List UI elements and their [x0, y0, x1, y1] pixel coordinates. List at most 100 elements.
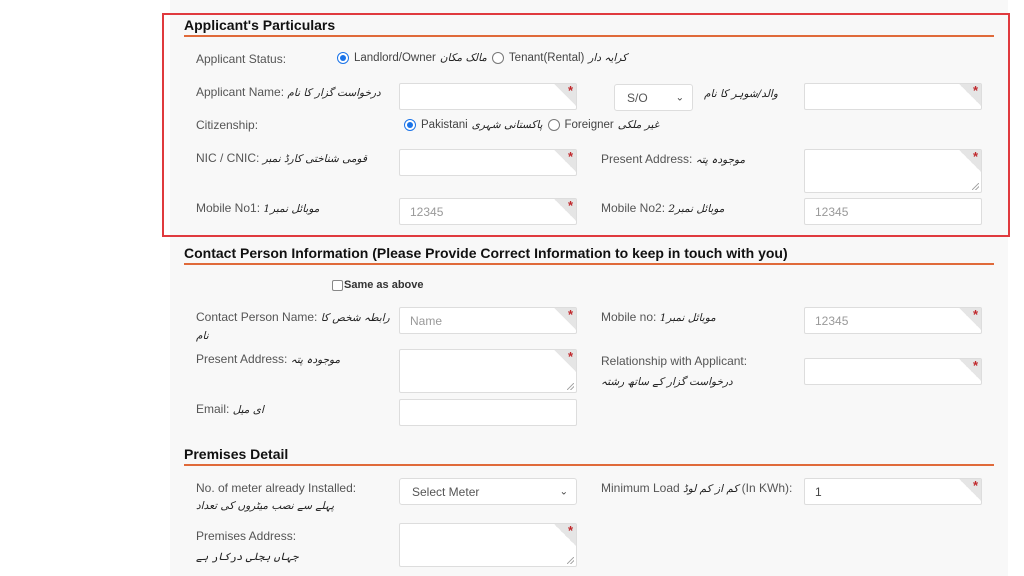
radio-selected-icon[interactable] — [337, 52, 349, 64]
required-marker: * — [554, 349, 576, 372]
same-as-above-checkbox-row[interactable]: Same as above — [332, 279, 424, 291]
meters-label: No. of meter already Installed: پہلے سے … — [196, 480, 356, 515]
contact-mobile-placeholder: 12345 — [815, 313, 849, 328]
required-star-icon: * — [567, 149, 573, 164]
required-marker: * — [959, 478, 981, 501]
relationship-urdu: درخواست گزار کے ساتھ رشتہ — [601, 376, 733, 388]
required-star-icon: * — [567, 198, 573, 213]
required-star-icon: * — [972, 149, 978, 164]
mobile1-input[interactable]: 12345 * — [399, 198, 577, 225]
relation-select[interactable]: S/O ⌄ — [614, 84, 693, 111]
radio-selected-icon[interactable] — [404, 119, 416, 131]
chevron-down-icon: ⌄ — [559, 486, 568, 497]
mobile1-urdu: موبائل نمبر1 — [263, 203, 320, 215]
radio-landlord-urdu: مالک مکان — [439, 52, 487, 64]
min-load-label: Minimum Load کم از کم لوڈ (In KWh): — [601, 480, 792, 497]
meters-label-text: No. of meter already Installed: — [196, 481, 357, 495]
present-address-label: Present Address: موجودہ پتہ — [601, 151, 745, 168]
cnic-label-text: NIC / CNIC: — [196, 151, 260, 165]
contact-name-input[interactable]: Name * — [399, 307, 577, 334]
cnic-urdu: قومی شناختی کارڈ نمبر — [262, 153, 367, 165]
required-marker: * — [959, 307, 981, 330]
email-label: Email: ای میل — [196, 401, 264, 418]
required-marker: * — [554, 149, 576, 172]
contact-mobile-label-text: Mobile no: — [601, 310, 657, 324]
premises-address-label: Premises Address: جہاں بجلی درکار ہے — [196, 526, 298, 567]
contact-name-urdu: رابطہ شخص کا — [320, 312, 390, 324]
required-star-icon: * — [972, 307, 978, 322]
radio-pakistani-label: Pakistani — [421, 119, 468, 131]
radio-tenant-urdu: کرایہ دار — [588, 52, 628, 64]
cnic-input[interactable]: * — [399, 149, 577, 176]
father-name-urdu-label: والد/شوہر کا نام — [704, 88, 778, 100]
mobile1-label-text: Mobile No1: — [196, 201, 261, 215]
required-marker: * — [959, 358, 981, 381]
required-star-icon: * — [567, 83, 573, 98]
premises-address-label-text: Premises Address: — [196, 529, 297, 543]
mobile1-label: Mobile No1: موبائل نمبر1 — [196, 200, 319, 217]
contact-address-urdu: موجودہ پتہ — [290, 354, 341, 366]
section-title-applicant: Applicant's Particulars — [184, 16, 994, 37]
contact-name-urdu-2: نام — [196, 330, 209, 342]
required-star-icon: * — [972, 358, 978, 373]
resize-handle-icon[interactable] — [567, 557, 574, 564]
section-title-contact: Contact Person Information (Please Provi… — [184, 244, 994, 265]
radio-unselected-icon[interactable] — [491, 52, 504, 64]
radio-foreigner[interactable]: Foreigner غیر ملکی — [547, 119, 660, 131]
mobile2-input[interactable]: 12345 — [804, 198, 982, 225]
radio-tenant-rental[interactable]: Tenant(Rental) کرایہ دار — [491, 52, 628, 64]
radio-foreigner-label: Foreigner — [564, 119, 614, 131]
radio-landlord-owner[interactable]: Landlord/Owner مالک مکان — [337, 52, 487, 64]
relationship-label: Relationship with Applicant: درخواست گزا… — [601, 351, 747, 392]
contact-name-placeholder: Name — [410, 313, 443, 328]
email-label-text: Email: — [196, 402, 230, 416]
required-star-icon: * — [972, 478, 978, 493]
applicant-status-radio-group: Landlord/Owner مالک مکان Tenant(Rental) … — [337, 52, 632, 64]
radio-landlord-label: Landlord/Owner — [354, 52, 436, 64]
chevron-down-icon: ⌄ — [675, 92, 684, 103]
radio-foreigner-urdu: غیر ملکی — [617, 119, 660, 131]
relationship-input[interactable]: * — [804, 358, 982, 385]
premises-address-textarea[interactable]: * — [399, 523, 577, 567]
applicant-name-input[interactable]: * — [399, 83, 577, 110]
father-name-input[interactable]: * — [804, 83, 982, 110]
required-marker: * — [959, 83, 981, 106]
contact-mobile-urdu: موبائل نمبر1 — [659, 312, 716, 324]
email-urdu: ای میل — [232, 404, 264, 416]
min-load-unit: (In KWh): — [741, 481, 793, 495]
radio-pakistani-urdu: پاکستانی شہری — [471, 119, 543, 131]
present-address-urdu: موجودہ پتہ — [695, 154, 746, 166]
meters-select[interactable]: Select Meter ⌄ — [399, 478, 577, 505]
required-marker: * — [554, 307, 576, 330]
section-title-premises: Premises Detail — [184, 445, 994, 466]
resize-handle-icon[interactable] — [567, 383, 574, 390]
radio-pakistani[interactable]: Pakistani پاکستانی شہری — [404, 119, 543, 131]
meters-select-value: Select Meter — [412, 484, 480, 499]
relation-select-value: S/O — [627, 90, 648, 105]
min-load-label-text: Minimum Load — [601, 481, 680, 495]
applicant-name-label-text: Applicant Name: — [196, 85, 285, 99]
required-star-icon: * — [567, 307, 573, 322]
resize-handle-icon[interactable] — [972, 183, 979, 190]
applicant-status-label: Applicant Status: — [196, 52, 287, 66]
present-address-label-text: Present Address: — [601, 152, 693, 166]
min-load-input[interactable]: 1 * — [804, 478, 982, 505]
same-as-above-checkbox[interactable] — [332, 279, 343, 291]
contact-address-textarea[interactable]: * — [399, 349, 577, 393]
mobile2-label: Mobile No2: موبائل نمبر2 — [601, 200, 724, 217]
citizenship-label: Citizenship: — [196, 118, 259, 132]
contact-mobile-label: Mobile no: موبائل نمبر1 — [601, 309, 716, 326]
required-star-icon: * — [567, 523, 573, 538]
contact-name-label: Contact Person Name: رابطہ شخص کا نام — [196, 309, 390, 345]
mobile1-placeholder: 12345 — [410, 204, 444, 219]
required-star-icon: * — [567, 349, 573, 364]
contact-name-label-text: Contact Person Name: — [196, 310, 318, 324]
radio-unselected-icon[interactable] — [547, 119, 560, 131]
present-address-textarea[interactable]: * — [804, 149, 982, 193]
contact-mobile-input[interactable]: 12345 * — [804, 307, 982, 334]
mobile2-label-text: Mobile No2: — [601, 201, 666, 215]
required-marker: * — [959, 149, 981, 172]
email-input[interactable] — [399, 399, 577, 426]
mobile2-urdu: موبائل نمبر2 — [668, 203, 725, 215]
contact-address-label: Present Address: موجودہ پتہ — [196, 351, 340, 368]
